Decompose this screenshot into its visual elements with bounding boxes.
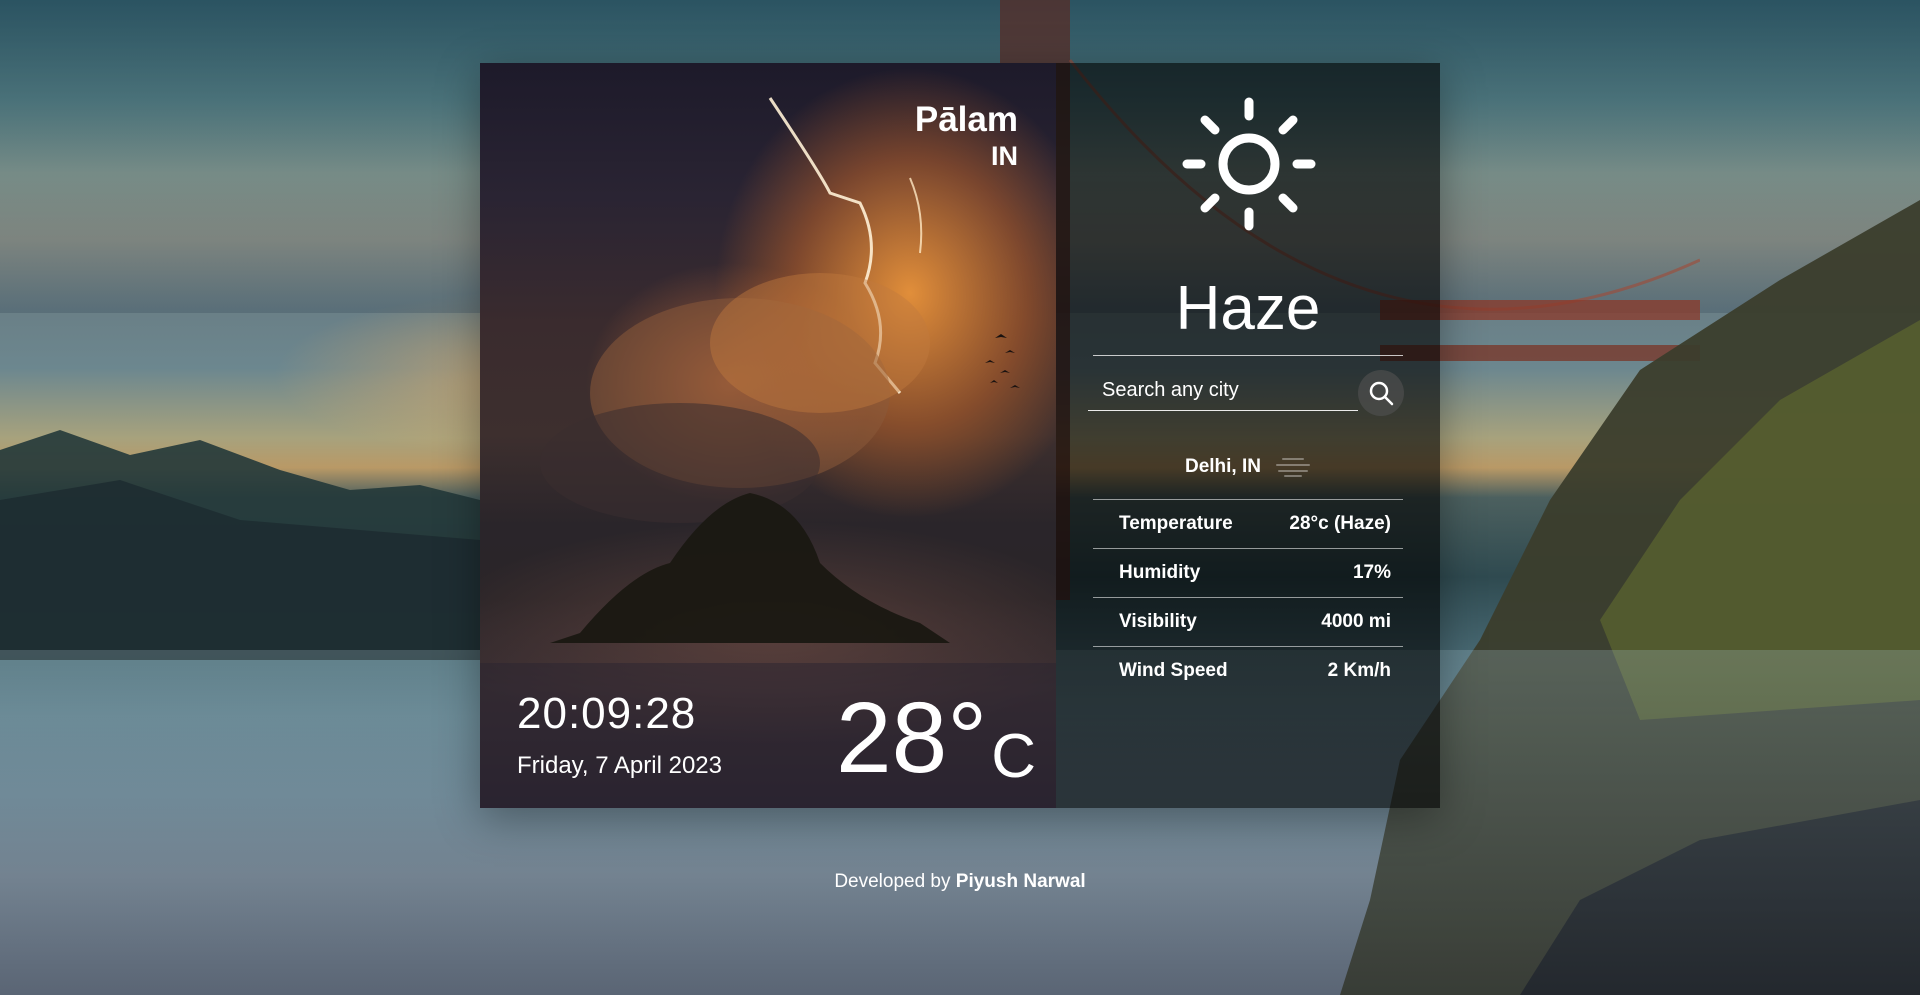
stat-value: 2 Km/h	[1327, 660, 1391, 681]
stat-label: Visibility	[1119, 611, 1197, 632]
weather-stats: Temperature 28°c (Haze) Humidity 17% Vis…	[1093, 499, 1403, 695]
current-time: 20:09:28	[517, 689, 697, 738]
location-header: Pālam IN	[914, 100, 1018, 172]
storm-image-panel: Pālam IN 20:09:28 Friday, 7 April 2023 2…	[480, 63, 1056, 808]
stat-label: Temperature	[1119, 513, 1233, 534]
temperature-unit: C	[991, 722, 1036, 791]
clock: 20:09:28 Friday, 7 April 2023	[517, 689, 722, 780]
footer-author: Piyush Narwal	[955, 871, 1086, 892]
stat-row-wind-speed: Wind Speed 2 Km/h	[1093, 646, 1403, 695]
current-temperature: 28° C	[836, 688, 1036, 788]
haze-icon	[1276, 458, 1310, 477]
details-panel: Haze Delhi, IN	[1056, 63, 1440, 808]
stat-value: 4000 mi	[1321, 611, 1391, 632]
sun-icon	[1182, 97, 1316, 231]
weather-condition: Haze	[1175, 274, 1321, 343]
country-code: IN	[991, 140, 1018, 171]
stat-row-visibility: Visibility 4000 mi	[1093, 597, 1403, 646]
stat-value: 17%	[1352, 562, 1391, 583]
stat-label: Humidity	[1119, 562, 1201, 583]
stat-value: 28°c (Haze)	[1289, 513, 1391, 534]
search-bar	[1088, 365, 1404, 416]
current-date: Friday, 7 April 2023	[517, 752, 722, 780]
stat-row-humidity: Humidity 17%	[1093, 548, 1403, 597]
footer-credit: Developed by Piyush Narwal	[0, 871, 1920, 893]
city-search-input[interactable]	[1088, 371, 1358, 411]
footer-prefix: Developed by	[834, 871, 956, 892]
stat-label: Wind Speed	[1119, 660, 1228, 681]
result-location: Delhi, IN	[1056, 456, 1440, 478]
search-button[interactable]	[1358, 370, 1404, 416]
result-city-name: Delhi, IN	[1184, 456, 1261, 477]
divider	[1093, 355, 1403, 356]
stat-row-temperature: Temperature 28°c (Haze)	[1093, 499, 1403, 548]
temperature-value: 28°	[835, 682, 988, 794]
weather-card: Pālam IN 20:09:28 Friday, 7 April 2023 2…	[480, 63, 1440, 808]
city-name: Pālam	[914, 100, 1018, 139]
search-icon	[1369, 381, 1394, 406]
